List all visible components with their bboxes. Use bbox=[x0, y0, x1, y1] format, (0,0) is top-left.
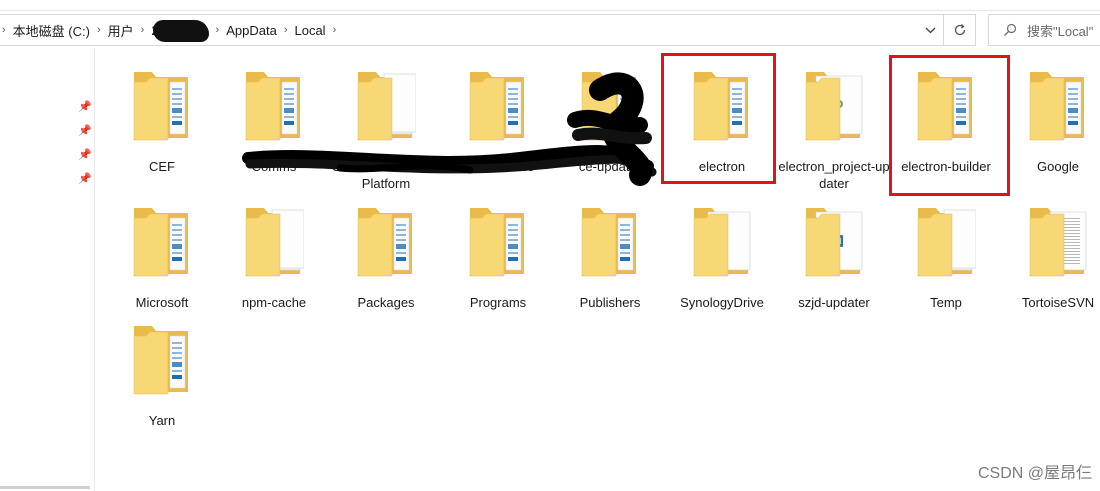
pin-icon[interactable]: 📌 bbox=[78, 148, 92, 161]
breadcrumb-local[interactable]: Local bbox=[294, 23, 325, 38]
highlight-box-electron-builder bbox=[889, 55, 1010, 196]
folder-item[interactable]: Temp bbox=[890, 204, 1002, 329]
folder-label: TortoiseSVN bbox=[1021, 295, 1095, 310]
search-placeholder: 搜索"Local" bbox=[1027, 23, 1094, 39]
folder-item[interactable]: electron_project-updater bbox=[778, 68, 890, 193]
folder-icon bbox=[356, 204, 416, 284]
folder-icon bbox=[1028, 68, 1088, 148]
folder-icon bbox=[804, 68, 864, 148]
folder-icon bbox=[132, 322, 192, 402]
address-row: › 本地磁盘 (C:) › 用户 › 2 › AppData › Local ›… bbox=[0, 14, 1100, 48]
folder-icon bbox=[804, 204, 864, 284]
pin-icon[interactable]: 📌 bbox=[78, 172, 92, 185]
address-bar[interactable]: › 本地磁盘 (C:) › 用户 › 2 › AppData › Local › bbox=[0, 14, 944, 46]
folder-icon bbox=[244, 68, 304, 148]
folder-item[interactable]: Packages bbox=[330, 204, 442, 329]
folder-label: Comms bbox=[251, 159, 297, 174]
folder-label: Google bbox=[1037, 159, 1079, 174]
folder-label: Programs bbox=[469, 295, 527, 310]
folder-item[interactable]: Yarn bbox=[106, 322, 218, 447]
folder-item[interactable]: D3DSCache bbox=[442, 68, 554, 193]
folder-icon bbox=[580, 204, 640, 284]
chevron-right-icon[interactable]: › bbox=[216, 24, 220, 36]
folder-item[interactable]: TortoiseSVN bbox=[1002, 204, 1100, 329]
folder-label: SynologyDrive bbox=[680, 295, 764, 310]
folder-label: szjd-updater bbox=[798, 295, 870, 310]
pin-icon[interactable]: 📌 bbox=[78, 124, 92, 137]
window-top-edge bbox=[0, 0, 1100, 11]
folder-icon bbox=[1028, 204, 1088, 284]
folder-icon bbox=[916, 204, 977, 284]
folder-icon bbox=[244, 204, 305, 284]
breadcrumb-drive[interactable]: 本地磁盘 (C:) bbox=[13, 21, 90, 40]
folder-icon bbox=[356, 68, 417, 148]
highlight-box-electron bbox=[661, 53, 776, 184]
chevron-right-icon[interactable]: › bbox=[2, 24, 6, 36]
folder-label: Microsoft bbox=[135, 295, 189, 310]
folder-label: Yarn bbox=[148, 413, 176, 428]
folder-item[interactable]: Google bbox=[1002, 68, 1100, 193]
folder-label: CEF bbox=[149, 159, 175, 174]
folder-icon bbox=[692, 204, 752, 284]
folder-item[interactable]: CEF bbox=[106, 68, 218, 193]
folder-item[interactable]: Programs bbox=[442, 204, 554, 329]
folder-item[interactable]: ce-updater bbox=[554, 68, 666, 193]
folder-label: Temp bbox=[930, 295, 962, 310]
navigation-pane[interactable] bbox=[0, 48, 95, 491]
chevron-right-icon[interactable]: › bbox=[333, 24, 337, 36]
chevron-right-icon[interactable]: › bbox=[141, 24, 145, 36]
folder-item[interactable]: Publishers bbox=[554, 204, 666, 329]
folder-item[interactable]: Microsoft bbox=[106, 204, 218, 329]
address-dropdown-button[interactable] bbox=[917, 15, 943, 45]
folder-label: D3DSCache bbox=[461, 159, 535, 174]
folder-item[interactable]: npm-cache bbox=[218, 204, 330, 329]
folder-icon bbox=[132, 204, 192, 284]
folder-label: ce-updater bbox=[578, 159, 642, 174]
folder-item[interactable]: SynologyDrive bbox=[666, 204, 778, 329]
folder-label: npm-cache bbox=[241, 295, 307, 310]
folder-icon bbox=[580, 68, 640, 148]
chevron-down-icon bbox=[925, 27, 935, 33]
refresh-button[interactable] bbox=[944, 14, 976, 46]
folder-label: Publishers bbox=[579, 295, 641, 310]
folder-icon bbox=[468, 68, 528, 148]
chevron-right-icon[interactable]: › bbox=[97, 24, 101, 36]
chevron-right-icon[interactable]: › bbox=[284, 24, 288, 36]
folder-item[interactable]: szjd-updater bbox=[778, 204, 890, 329]
folder-item[interactable]: ConnectedDevicesPlatform bbox=[330, 68, 442, 193]
folder-label: Packages bbox=[357, 295, 415, 310]
pin-icon[interactable]: 📌 bbox=[78, 100, 92, 113]
folder-label: electron_project-updater bbox=[778, 159, 890, 191]
watermark: CSDN @屋昂仨 bbox=[977, 465, 1092, 482]
redacted-username[interactable] bbox=[152, 20, 209, 42]
search-icon bbox=[1004, 23, 1017, 36]
breadcrumb-users[interactable]: 用户 bbox=[108, 21, 134, 40]
search-input[interactable]: 搜索"Local" bbox=[988, 14, 1100, 46]
folder-item[interactable]: Comms bbox=[218, 68, 330, 193]
folder-label: ConnectedDevicesPlatform bbox=[331, 159, 441, 191]
refresh-icon bbox=[954, 24, 965, 36]
nav-scroll-edge bbox=[0, 486, 90, 489]
folder-icon bbox=[132, 68, 192, 148]
folder-icon bbox=[468, 204, 528, 284]
breadcrumb-appdata[interactable]: AppData bbox=[226, 23, 277, 38]
